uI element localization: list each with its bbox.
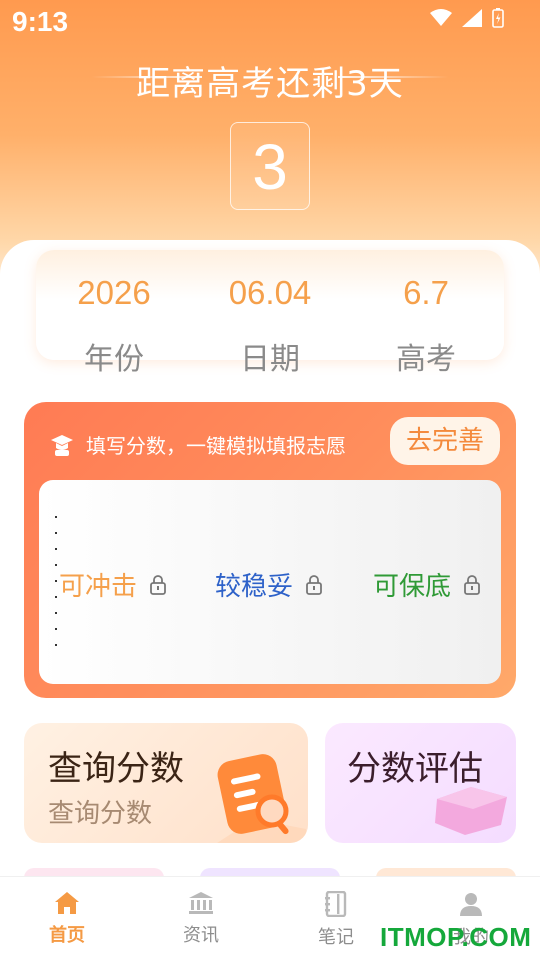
tab-notes[interactable]: 笔记	[286, 891, 386, 949]
date-item-date: 06.04 日期	[192, 274, 348, 378]
year-value: 2026	[77, 274, 151, 311]
query-score-subtitle: 查询分数	[48, 799, 153, 829]
query-score-title: 查询分数	[48, 749, 184, 789]
exam-label: 高考	[396, 342, 456, 377]
volunteer-panel: 可冲击 较稳妥 可保底	[39, 480, 501, 684]
date-info-card: 2026 年份 06.04 日期 6.7 高考	[36, 250, 504, 377]
tab-news[interactable]: 资讯	[151, 891, 251, 947]
volunteer-card[interactable]: 填写分数，一键模拟填报志愿 去完善 可冲击 较稳妥 可保底	[24, 402, 516, 698]
lock-icon	[150, 574, 166, 595]
year-label: 年份	[84, 342, 144, 377]
chance-label-reach: 可冲击	[59, 572, 138, 602]
battery-icon	[492, 8, 504, 28]
tab-home-label: 首页	[49, 925, 85, 946]
complete-profile-button[interactable]: 去完善	[390, 417, 500, 465]
volunteer-prompt: 填写分数，一键模拟填报志愿	[86, 434, 346, 458]
bank-icon	[189, 892, 213, 914]
user-icon	[460, 893, 482, 916]
date-item-year: 2026 年份	[36, 274, 192, 378]
tab-home[interactable]: 首页	[17, 891, 117, 947]
score-evaluation-tile[interactable]: 分数评估	[325, 723, 516, 843]
status-time: 9:13	[12, 6, 69, 37]
lock-icon	[306, 574, 322, 595]
lock-icon	[464, 574, 480, 595]
chance-label-stable: 较稳妥	[215, 572, 294, 602]
cube-icon	[435, 787, 507, 835]
notebook-icon	[325, 891, 347, 917]
tab-notes-label: 笔记	[318, 927, 354, 948]
tab-news-label: 资讯	[183, 925, 219, 946]
countdown-title: 距离高考还剩3天	[136, 64, 404, 104]
document-search-icon	[217, 754, 306, 843]
date-value: 06.04	[228, 274, 312, 311]
chance-label-safe: 可保底	[373, 572, 452, 602]
wifi-icon	[430, 9, 452, 26]
site-watermark: ITMOP.COM	[380, 922, 532, 952]
countdown-days: 3	[230, 122, 310, 210]
signal-icon	[462, 9, 482, 27]
exam-value: 6.7	[403, 274, 449, 311]
chance-item-safe[interactable]: 可保底	[373, 566, 481, 603]
chance-item-reach[interactable]: 可冲击	[59, 566, 167, 603]
query-score-tile[interactable]: 查询分数 查询分数	[24, 723, 308, 843]
chance-item-stable[interactable]: 较稳妥	[215, 566, 323, 603]
date-label: 日期	[240, 342, 300, 377]
status-bar: 9:13	[0, 0, 540, 46]
graduation-cap-icon	[51, 434, 73, 456]
date-item-exam: 6.7 高考	[348, 274, 504, 378]
home-icon	[55, 892, 79, 914]
